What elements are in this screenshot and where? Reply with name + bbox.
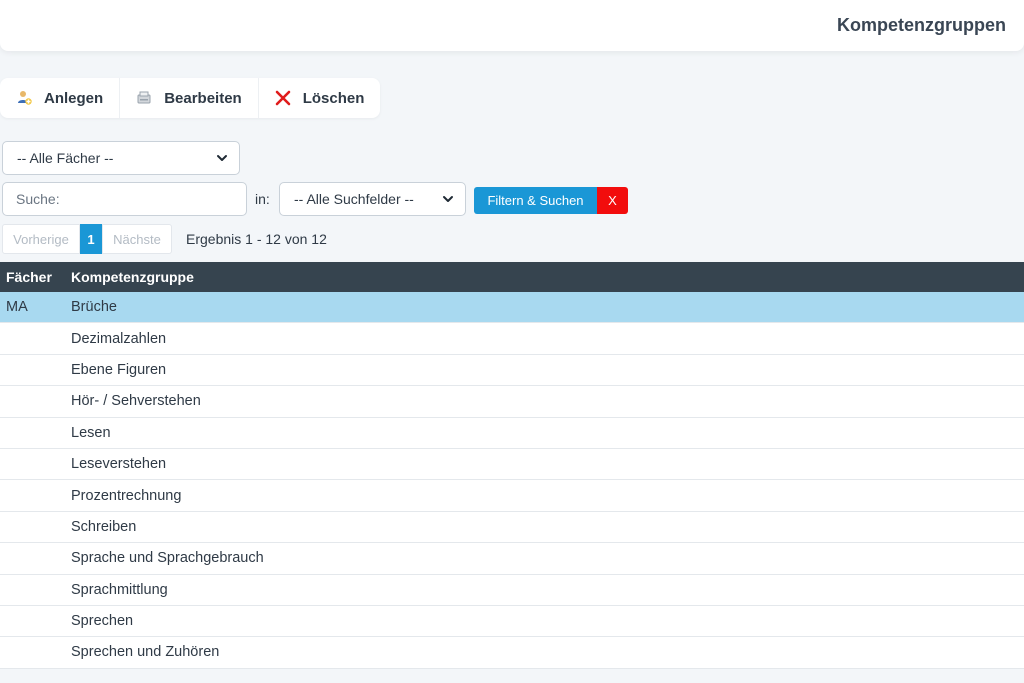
pagination: Vorherige 1 Nächste [2, 224, 172, 254]
page-title: Kompetenzgruppen [837, 15, 1006, 35]
edit-label: Bearbeiten [164, 89, 242, 107]
cell-competence-group: Brüche [71, 299, 117, 316]
next-page-button[interactable]: Nächste [102, 224, 172, 254]
table-row[interactable]: Sprechen und Zuhören [0, 637, 1024, 669]
table-row[interactable]: Schreiben [0, 511, 1024, 544]
search-field-select[interactable]: -- Alle Suchfelder -- [279, 182, 466, 216]
cell-competence-group: Schreiben [71, 518, 137, 535]
table-row[interactable]: MA Brüche [0, 292, 1024, 324]
search-input[interactable] [2, 182, 247, 216]
table-row[interactable]: Ebene Figuren [0, 354, 1024, 387]
cell-subject: MA [6, 299, 28, 316]
chevron-down-icon [443, 196, 453, 202]
competence-group-table: Fächer Kompetenzgruppe MA Brüche Dezimalza… [0, 262, 1024, 669]
current-page[interactable]: 1 [80, 224, 102, 254]
table-row[interactable]: Dezimalzahlen [0, 323, 1024, 355]
table-body: MA Brüche Dezimalzahlen Ebene Figuren Hör- /… [0, 292, 1024, 669]
top-bar: Kompetenzgruppen [0, 0, 1024, 51]
delete-button[interactable]: Löschen [259, 78, 381, 118]
clear-filter-button[interactable]: X [597, 187, 628, 214]
column-header-subject[interactable]: Fächer [0, 269, 71, 285]
edit-button[interactable]: Bearbeiten [120, 78, 259, 118]
table-row[interactable]: Lesen [0, 417, 1024, 449]
table-row[interactable]: Hör- / Sehverstehen [0, 386, 1024, 418]
cell-competence-group: Hör- / Sehverstehen [71, 393, 201, 410]
add-user-icon [16, 90, 32, 106]
in-label: in: [255, 191, 270, 207]
table-row[interactable]: Prozentrechnung [0, 480, 1024, 512]
table-row[interactable]: Sprechen [0, 605, 1024, 638]
delete-x-icon [275, 90, 291, 106]
table-row[interactable]: Leseverstehen [0, 448, 1024, 481]
cell-competence-group: Leseverstehen [71, 456, 167, 473]
cell-competence-group: Dezimalzahlen [71, 330, 167, 347]
subject-select-value: -- Alle Fächer -- [17, 150, 114, 166]
edit-icon [136, 90, 152, 106]
delete-label: Löschen [302, 89, 365, 107]
table-row[interactable]: Sprache und Sprachgebrauch [0, 543, 1024, 575]
prev-page-button[interactable]: Vorherige [2, 224, 80, 254]
chevron-down-icon [217, 155, 227, 161]
cell-competence-group: Sprache und Sprachgebrauch [71, 550, 264, 567]
cell-competence-group: Sprechen [71, 613, 134, 630]
create-button[interactable]: Anlegen [0, 78, 121, 118]
column-header-group[interactable]: Kompetenzgruppe [71, 269, 1024, 285]
cell-competence-group: Sprechen und Zuhören [71, 644, 220, 661]
table-header: Fächer Kompetenzgruppe [0, 262, 1024, 292]
filter-search-button[interactable]: Filtern & Suchen [474, 187, 597, 214]
action-toolbar: Anlegen Bearbeiten Löschen [0, 78, 381, 118]
cell-competence-group: Ebene Figuren [71, 361, 167, 378]
result-count: Ergebnis 1 - 12 von 12 [186, 231, 327, 247]
cell-competence-group: Prozentrechnung [71, 487, 182, 504]
create-label: Anlegen [44, 89, 104, 107]
cell-competence-group: Sprachmittlung [71, 581, 168, 598]
subject-select[interactable]: -- Alle Fächer -- [2, 141, 240, 175]
cell-competence-group: Lesen [71, 424, 111, 441]
table-row[interactable]: Sprachmittlung [0, 574, 1024, 606]
search-field-select-value: -- Alle Suchfelder -- [294, 191, 414, 207]
